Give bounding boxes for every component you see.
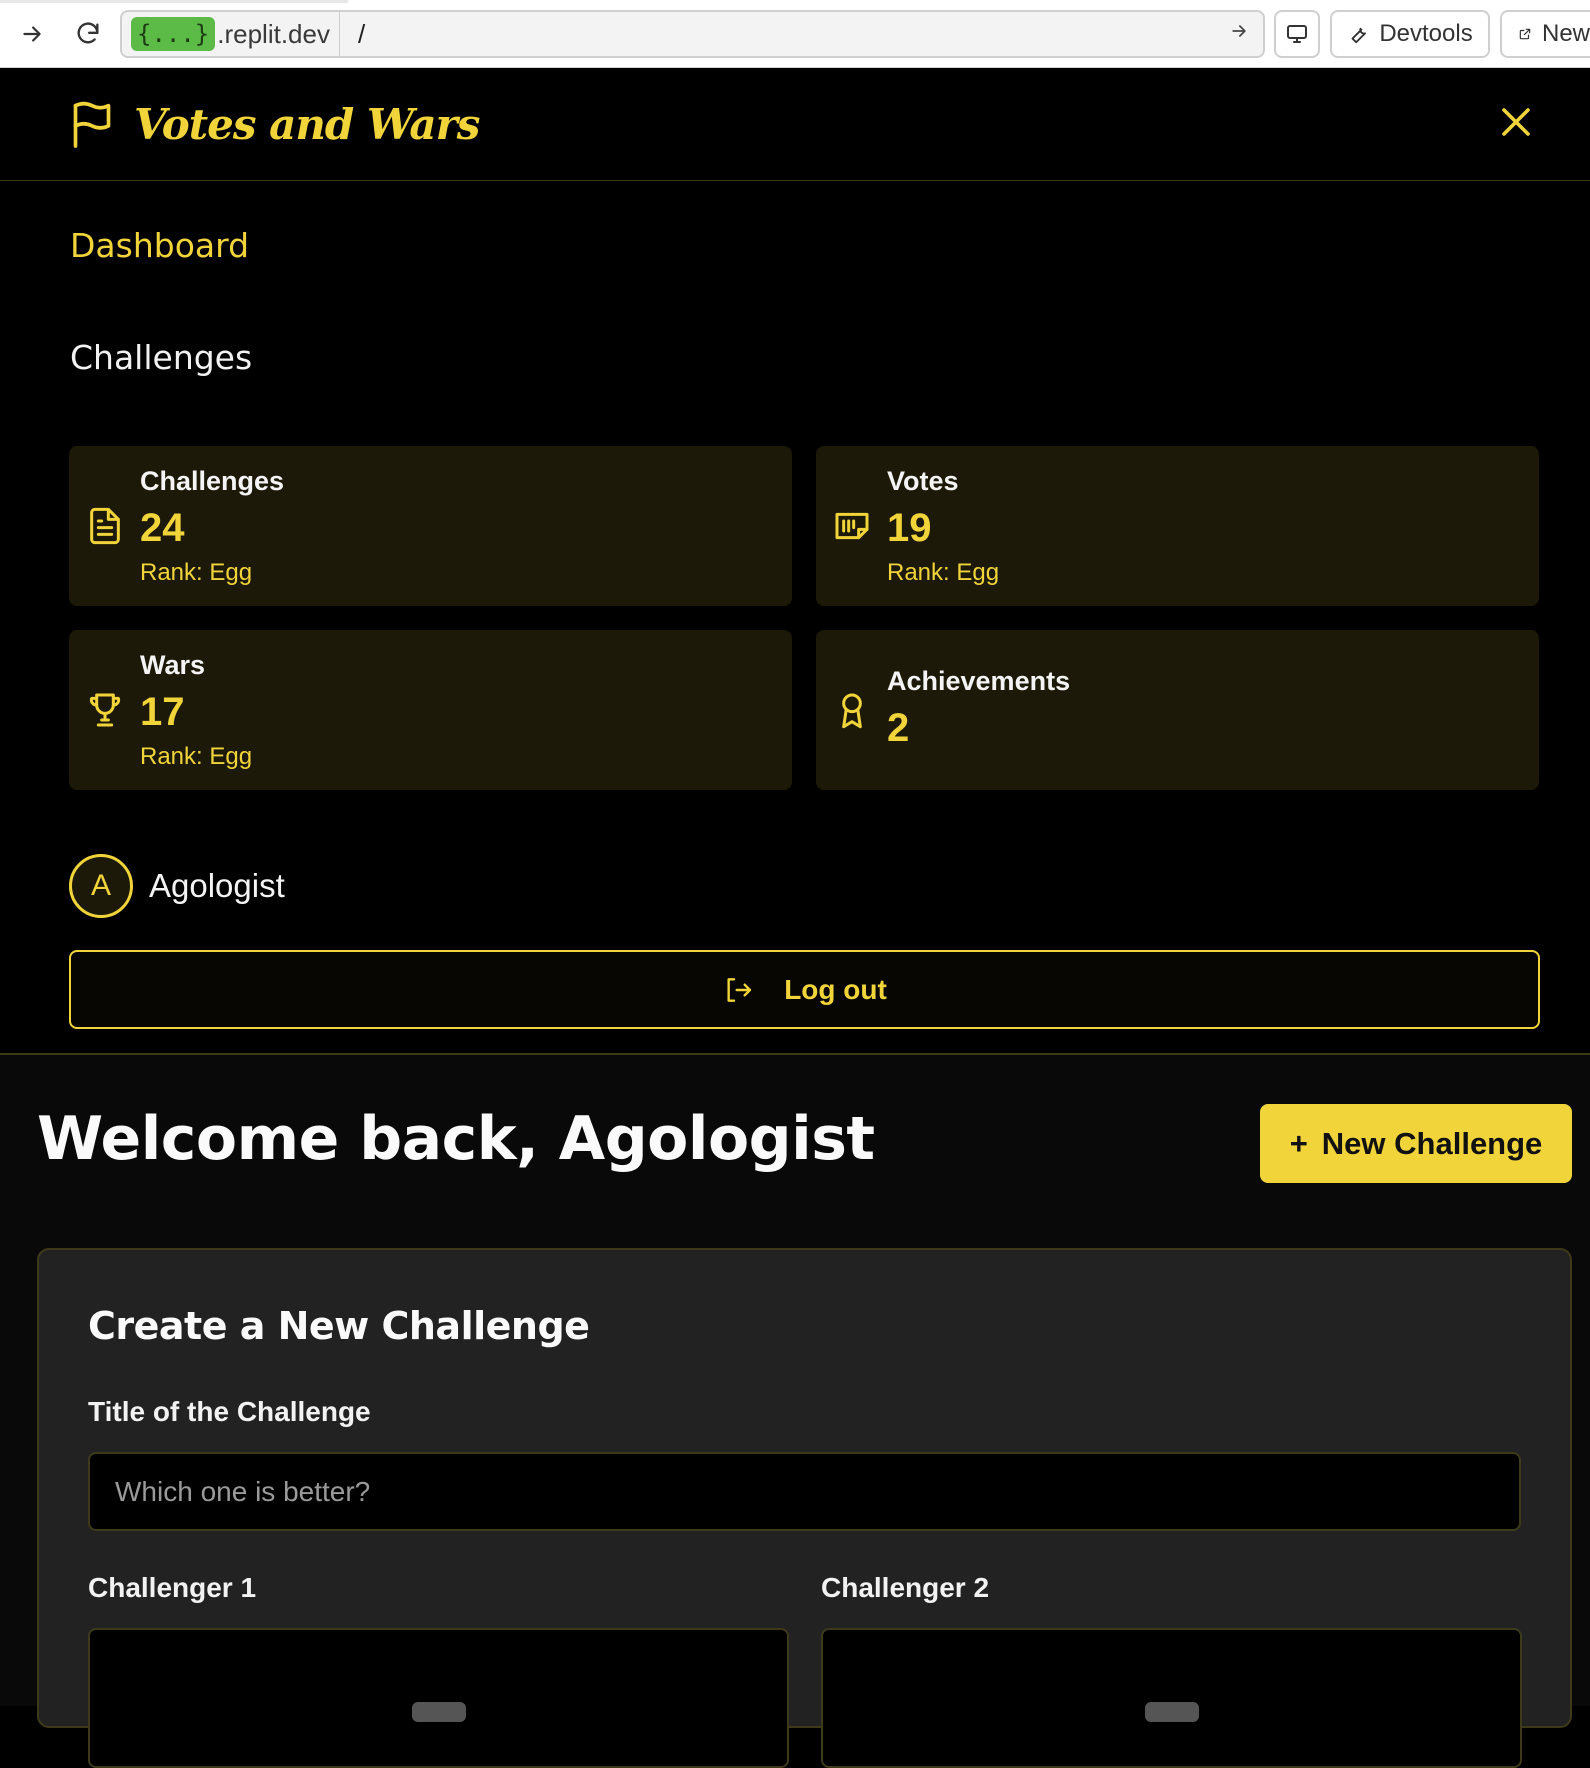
nav-challenges[interactable]: Challenges — [70, 338, 252, 377]
devtools-button[interactable]: Devtools — [1330, 10, 1490, 58]
username: Agologist — [149, 867, 285, 904]
logout-label: Log out — [784, 973, 887, 1005]
nav-dashboard[interactable]: Dashboard — [70, 226, 249, 265]
stat-card-votes: Votes 19 Rank: Egg — [816, 446, 1539, 606]
external-link-icon — [1519, 28, 1531, 40]
stat-value: 17 — [140, 690, 185, 734]
award-icon — [842, 693, 862, 729]
plus-icon: + — [1289, 1125, 1308, 1161]
stat-rank: Rank: Egg — [140, 743, 253, 770]
challenger2-label: Challenger 2 — [821, 1572, 990, 1603]
challenge-title-input[interactable] — [88, 1452, 1521, 1531]
trophy-icon — [89, 693, 121, 727]
brand-title[interactable]: Votes and Wars — [134, 100, 480, 149]
stat-value: 24 — [140, 506, 185, 550]
url-host: .replit.dev — [217, 18, 330, 49]
new-tab-button[interactable]: New — [1500, 10, 1590, 58]
stat-card-challenges: Challenges 24 Rank: Egg — [69, 446, 792, 606]
stat-label: Votes — [887, 466, 959, 496]
go-arrow-icon[interactable] — [1229, 21, 1249, 47]
page-title: Welcome back, Agologist — [37, 1104, 875, 1174]
challenger2-upload[interactable] — [821, 1628, 1522, 1768]
form-title: Create a New Challenge — [88, 1304, 590, 1348]
monitor-icon — [1287, 25, 1307, 43]
url-badge: {...} — [131, 17, 216, 51]
devtools-label: Devtools — [1379, 20, 1473, 47]
flag-icon — [73, 101, 111, 148]
url-path[interactable]: / — [358, 19, 1229, 50]
stat-rank: Rank: Egg — [140, 559, 253, 586]
upload-icon — [1145, 1702, 1199, 1722]
stat-label: Challenges — [140, 466, 285, 496]
logout-button[interactable]: Log out — [69, 950, 1540, 1029]
document-icon — [90, 507, 120, 545]
challenger1-upload[interactable] — [88, 1628, 789, 1768]
address-bar[interactable]: {...} .replit.dev / — [120, 10, 1265, 58]
new-challenge-label: New Challenge — [1321, 1125, 1543, 1161]
stat-label: Achievements — [887, 666, 1071, 696]
upload-icon — [412, 1702, 466, 1722]
reload-button[interactable] — [68, 14, 108, 54]
device-preview-button[interactable] — [1274, 10, 1320, 58]
stat-label: Wars — [140, 650, 206, 680]
browser-toolbar: {...} .replit.dev / Devtools New — [0, 0, 1590, 68]
forward-button[interactable] — [12, 14, 52, 54]
url-separator — [338, 12, 340, 56]
reload-icon — [77, 22, 99, 44]
stat-value: 19 — [887, 506, 932, 550]
challenger1-label: Challenger 1 — [88, 1572, 257, 1603]
ballot-icon — [835, 512, 869, 540]
title-label: Title of the Challenge — [88, 1396, 371, 1427]
stat-value: 2 — [887, 706, 910, 750]
create-challenge-form: Create a New Challenge Title of the Chal… — [37, 1248, 1572, 1768]
new-tab-label: New — [1541, 20, 1590, 47]
stat-card-achievements: Achievements 2 — [816, 630, 1539, 790]
load-progress — [0, 0, 348, 3]
new-challenge-button[interactable]: + New Challenge — [1260, 1104, 1572, 1183]
logout-icon — [727, 977, 752, 1002]
stat-card-wars: Wars 17 Rank: Egg — [69, 630, 792, 790]
stat-rank: Rank: Egg — [887, 559, 1000, 586]
avatar[interactable]: A — [69, 854, 133, 918]
close-menu-icon[interactable] — [1498, 104, 1534, 140]
arrow-right-icon — [23, 26, 41, 42]
app-header: Votes and Wars — [0, 68, 1590, 181]
wrench-icon — [1351, 27, 1367, 44]
